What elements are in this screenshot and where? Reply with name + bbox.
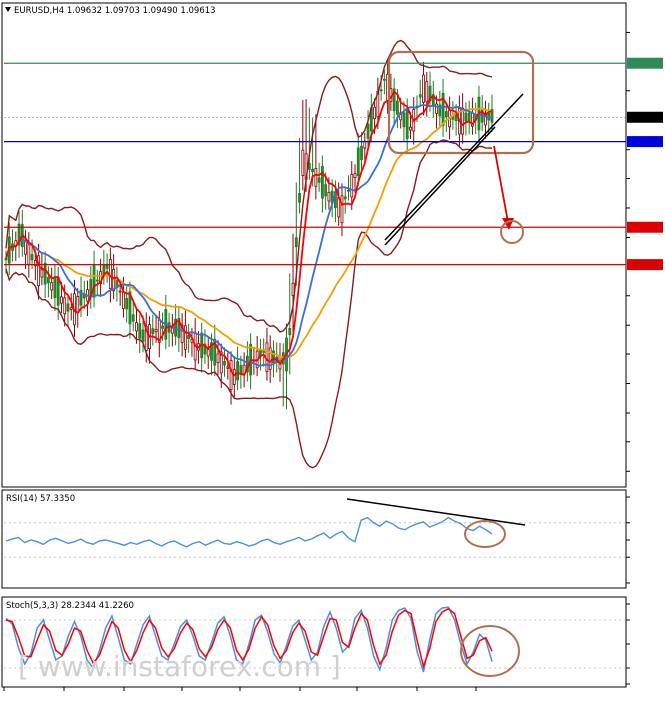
candle-body (56, 276, 60, 306)
candle-body (405, 109, 409, 139)
candle-body (30, 254, 34, 261)
candle-body (435, 103, 438, 114)
candle-body (340, 195, 344, 223)
candle-body (183, 325, 187, 350)
rsi-panel-frame (1, 489, 627, 589)
candle-body (356, 147, 360, 177)
candle-body (43, 262, 47, 285)
candle-body (206, 349, 210, 357)
candle-body (327, 191, 331, 202)
candle-body (135, 322, 138, 332)
candle-body (422, 74, 425, 103)
candle-body (125, 298, 129, 310)
candle-body (467, 112, 471, 122)
candle-body (366, 123, 370, 139)
candle-body (320, 165, 324, 199)
main-price-panel: EURUSD,H4 1.09632 1.09703 1.09490 1.0961… (1, 2, 663, 488)
candle-body (343, 196, 347, 200)
candle-body (161, 325, 164, 329)
candle-body (350, 173, 354, 198)
candle-body (112, 268, 116, 292)
candle-body (379, 89, 383, 92)
candle-body (314, 168, 318, 187)
candle-body (239, 365, 243, 375)
stoch-header: Stoch(5,3,3) 28.2344 41.2260 (6, 601, 134, 611)
candle-body (138, 323, 142, 339)
candle-body (95, 279, 99, 282)
candle-body (360, 145, 363, 160)
level-tag-2 (627, 221, 663, 233)
candle-body (76, 296, 80, 314)
candle-body (187, 335, 191, 340)
candle-body (382, 78, 386, 81)
candle-body (131, 314, 135, 322)
rsi-panel: RSI(14) 57.3350 (1, 489, 630, 589)
candle-body (66, 303, 70, 312)
candle-body (353, 173, 357, 179)
candle-body (92, 265, 96, 298)
candle-body (301, 149, 305, 176)
candle-body (317, 177, 321, 183)
candle-body (69, 307, 73, 310)
candle-body (27, 244, 31, 265)
candle-body (418, 94, 422, 98)
candle-body (216, 353, 220, 364)
candle-body (60, 296, 63, 304)
candle-body (409, 126, 412, 131)
watermark: [ www.instaforex.com ] (18, 650, 341, 683)
candle-body (118, 290, 122, 293)
time-axis (3, 687, 477, 691)
candle-body (63, 297, 67, 315)
candle-body (363, 140, 367, 149)
candle-body (324, 184, 328, 197)
candle-body (122, 291, 125, 309)
candle-body (154, 328, 158, 333)
stoch-panel: Stoch(5,3,3) 28.2344 41.2260 [ www.insta… (1, 596, 630, 688)
candle-body (47, 277, 50, 284)
candle-body (294, 237, 298, 248)
candle-body (232, 369, 236, 385)
candle-body (298, 193, 301, 203)
chart-canvas: EURUSD,H4 1.09632 1.09703 1.09490 1.0961… (1, 2, 663, 691)
candle-body (50, 282, 54, 291)
rsi-header: RSI(14) 57.3350 (6, 494, 75, 504)
candle-body (229, 360, 233, 390)
candle-body (347, 189, 350, 192)
candle-body (151, 328, 155, 335)
candle-body (402, 112, 406, 128)
candle-body (444, 111, 448, 118)
level-tag-3 (627, 259, 663, 271)
candle-body (464, 112, 468, 122)
current-price-tag (627, 111, 663, 123)
candle-body (53, 277, 57, 299)
candle-body (223, 361, 226, 366)
candle-body (226, 366, 230, 369)
candle-body (288, 327, 292, 336)
level-tag-0 (627, 57, 663, 69)
candle-body (272, 350, 275, 364)
symbol-header: EURUSD,H4 1.09632 1.09703 1.09490 1.0961… (14, 6, 216, 16)
candle-body (236, 361, 239, 381)
candle-body (396, 100, 399, 115)
candle-body (82, 294, 86, 299)
candle-body (311, 168, 315, 173)
level-tag-1 (627, 136, 663, 148)
candle-body (141, 329, 145, 342)
candle-body (425, 81, 429, 103)
